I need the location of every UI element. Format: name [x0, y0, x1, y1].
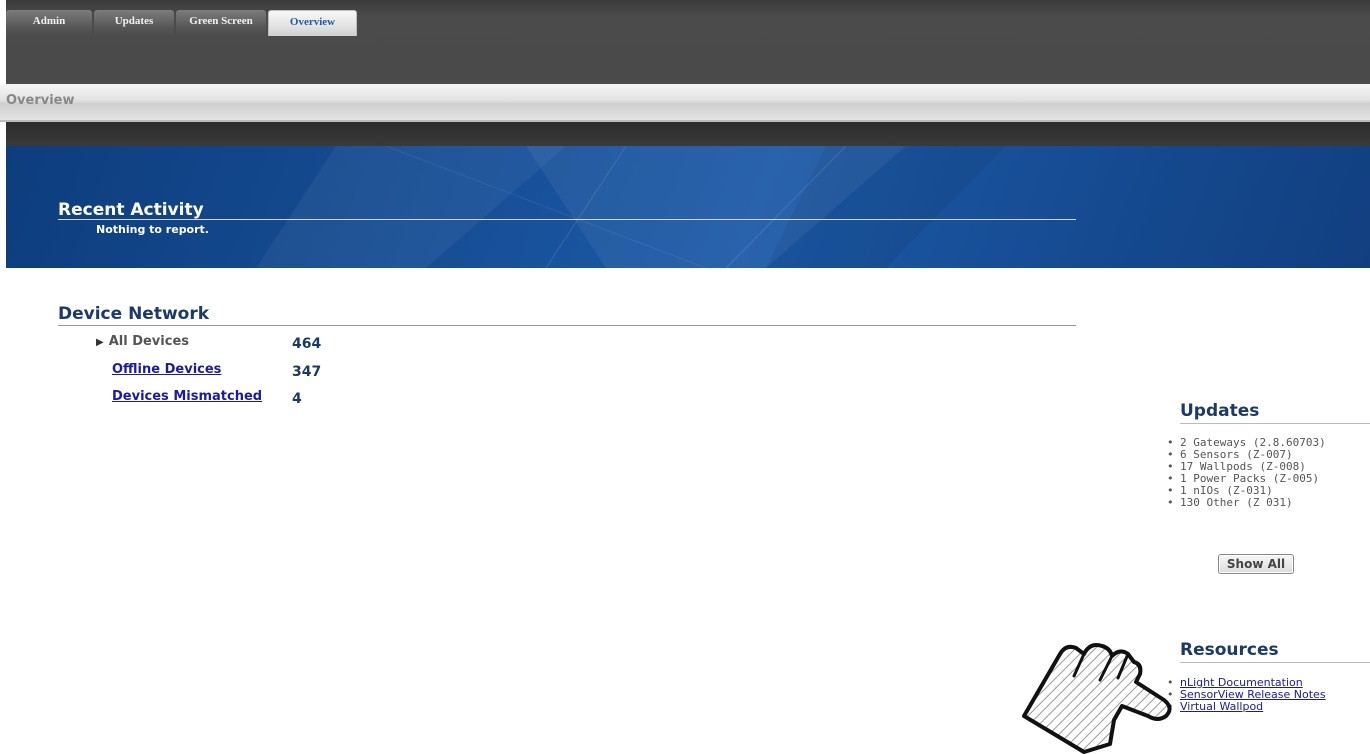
offline-devices-link[interactable]: Offline Devices: [112, 362, 221, 377]
resources-rule: [1180, 662, 1370, 663]
updates-list: 2 Gateways (2.8.60703) 6 Sensors (Z-007)…: [1167, 437, 1326, 510]
tab-updates[interactable]: Updates: [94, 10, 174, 36]
page-title-bar: Overview: [0, 84, 1370, 122]
all-devices-count: 464: [292, 336, 322, 352]
list-item: 130 Other (Z 031): [1167, 497, 1326, 510]
divider-strip: [6, 122, 1370, 146]
devices-mismatched-link[interactable]: Devices Mismatched: [112, 389, 262, 404]
banner-decoration: [256, 146, 1006, 268]
list-item: Virtual Wallpod: [1167, 700, 1326, 714]
all-devices-label: All Devices: [108, 334, 190, 349]
tab-overview[interactable]: Overview: [268, 10, 357, 36]
pointing-hand-icon: [1022, 643, 1172, 754]
updates-title: Updates: [1180, 401, 1260, 421]
recent-activity-banner: Recent Activity Nothing to report.: [6, 146, 1370, 268]
device-network-rule: [58, 325, 1076, 326]
devices-mismatched-count: 4: [292, 391, 302, 407]
virtual-wallpod-link[interactable]: Virtual Wallpod: [1180, 700, 1263, 713]
resources-title: Resources: [1180, 640, 1279, 660]
tab-admin[interactable]: Admin: [6, 10, 92, 36]
triangle-right-icon: ▶: [96, 337, 104, 348]
tab-strip: Admin Updates Green Screen Overview: [6, 10, 359, 36]
recent-activity-message: Nothing to report.: [96, 223, 209, 236]
recent-activity-title: Recent Activity: [58, 200, 204, 220]
tab-green-screen[interactable]: Green Screen: [176, 10, 266, 36]
show-all-button[interactable]: Show All: [1218, 554, 1294, 574]
device-network-title: Device Network: [58, 304, 210, 324]
updates-rule: [1180, 423, 1370, 424]
resources-list: nLight Documentation SensorView Release …: [1167, 677, 1326, 714]
offline-devices-count: 347: [292, 364, 322, 380]
top-tab-bar: Admin Updates Green Screen Overview: [6, 0, 1370, 84]
recent-activity-rule: [58, 219, 1076, 220]
all-devices-toggle[interactable]: ▶ All Devices: [96, 334, 189, 349]
page-title: Overview: [6, 93, 75, 108]
